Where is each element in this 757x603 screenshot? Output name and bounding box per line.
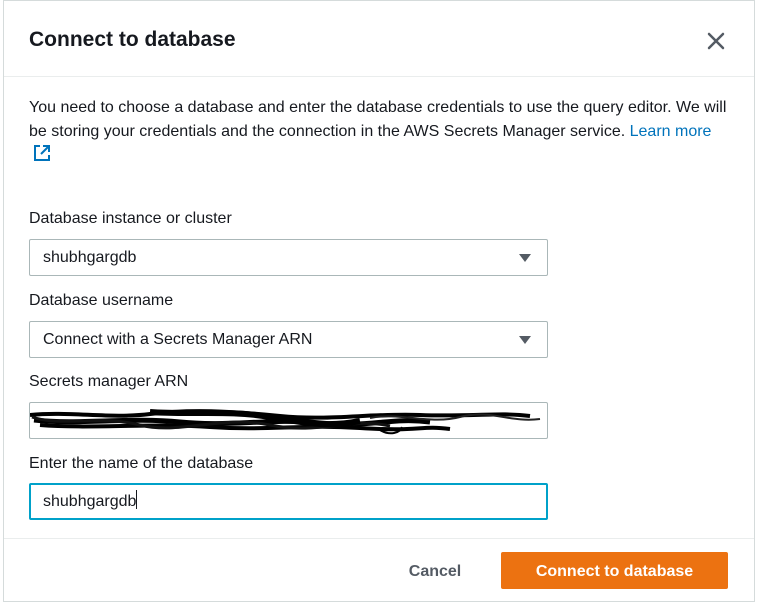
external-link-icon — [34, 145, 50, 161]
connect-database-modal: Connect to database You need to choose a… — [3, 0, 755, 602]
close-button[interactable] — [704, 29, 728, 53]
username-select[interactable]: Connect with a Secrets Manager ARN — [29, 321, 548, 358]
secret-arn-label: Secrets manager ARN — [29, 373, 189, 390]
caret-down-icon — [519, 336, 531, 344]
username-select-value: Connect with a Secrets Manager ARN — [43, 331, 313, 348]
cancel-button[interactable]: Cancel — [384, 552, 486, 589]
intro-paragraph: You need to choose a database and enter … — [29, 96, 729, 168]
caret-down-icon — [519, 254, 531, 262]
modal-footer: Cancel Connect to database — [4, 538, 754, 603]
instance-label: Database instance or cluster — [29, 210, 232, 227]
db-name-input-value: shubhgargdb — [43, 493, 137, 510]
db-name-input[interactable]: shubhgargdb — [29, 483, 548, 520]
redaction-scribble — [30, 409, 541, 435]
connect-to-database-button[interactable]: Connect to database — [501, 552, 728, 589]
instance-select[interactable]: shubhgargdb — [29, 239, 548, 276]
modal-body: You need to choose a database and enter … — [29, 96, 729, 168]
close-icon — [707, 32, 725, 50]
modal-header: Connect to database — [4, 1, 754, 77]
intro-text: You need to choose a database and enter … — [29, 99, 727, 140]
username-label: Database username — [29, 292, 174, 309]
learn-more-label: Learn more — [629, 123, 712, 140]
instance-select-value: shubhgargdb — [43, 249, 137, 266]
text-cursor — [136, 490, 138, 509]
modal-title: Connect to database — [29, 28, 236, 51]
secret-arn-input[interactable] — [29, 402, 548, 439]
db-name-label: Enter the name of the database — [29, 455, 254, 472]
